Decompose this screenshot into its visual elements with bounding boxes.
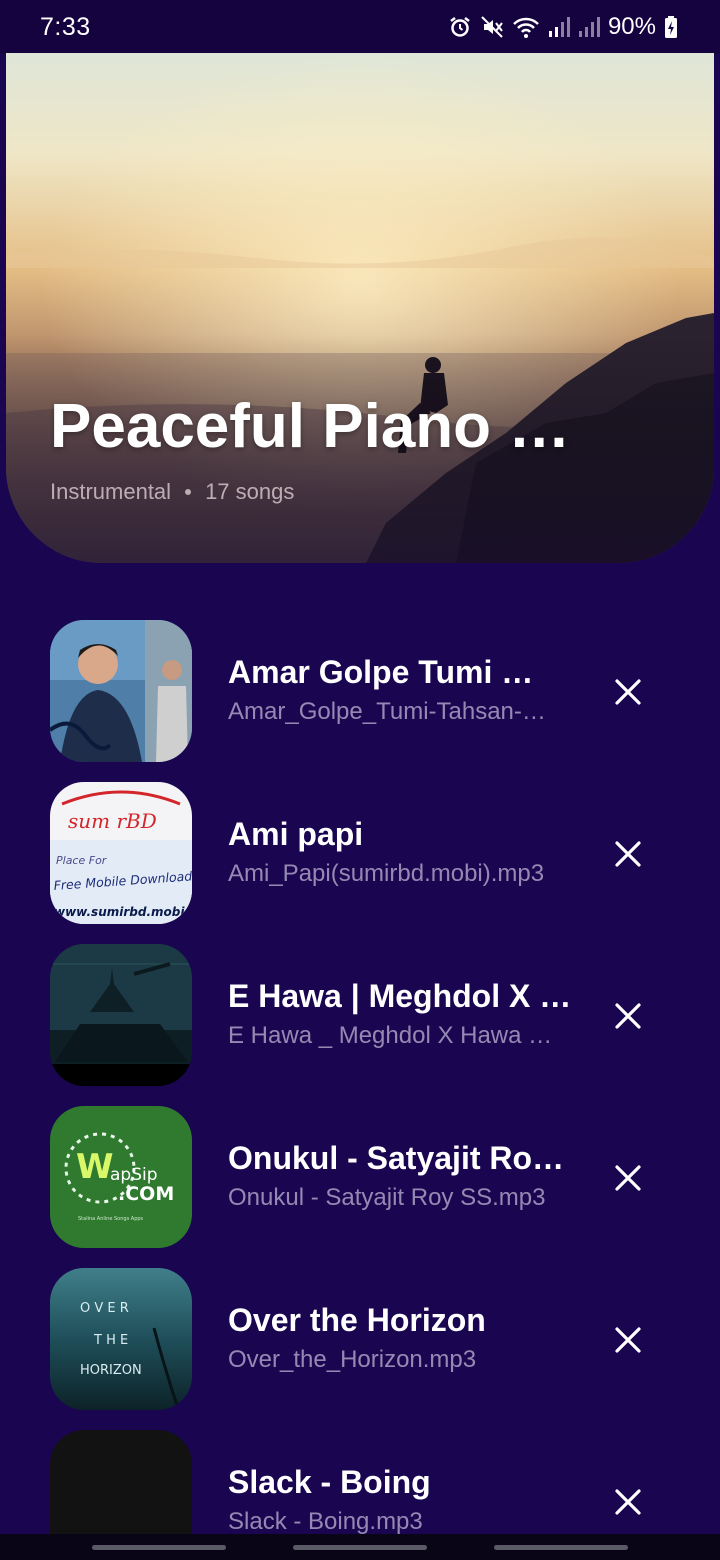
signal-icon	[578, 15, 600, 39]
remove-song-button[interactable]	[606, 832, 650, 876]
song-title: Over the Horizon	[228, 1302, 486, 1338]
playlist-song-count: 17 songs	[205, 479, 295, 504]
separator-dot	[185, 489, 192, 495]
close-icon	[615, 1489, 641, 1515]
song-filename: Ami_Papi(sumirbd.mobi).mp3	[228, 860, 545, 887]
svg-text:Place For: Place For	[56, 854, 108, 867]
remove-song-button[interactable]	[606, 994, 650, 1038]
signal-icon	[548, 15, 570, 39]
svg-text:.COM: .COM	[118, 1183, 174, 1205]
song-filename: E Hawa _ Meghdol X Hawa …	[228, 1022, 553, 1049]
song-artwork	[50, 944, 192, 1086]
remove-song-button[interactable]	[606, 1156, 650, 1200]
song-title: Onukul - Satyajit Ro…	[228, 1140, 565, 1176]
song-row[interactable]: O V E R T H E HORIZON Over the Horizon O…	[0, 1268, 720, 1410]
svg-text:O V E R: O V E R	[80, 1301, 129, 1316]
song-row[interactable]: Amar Golpe Tumi … Amar_Golpe_Tumi-Tahsan…	[0, 620, 720, 762]
mute-icon	[480, 15, 504, 39]
nav-home-handle[interactable]	[293, 1545, 427, 1550]
close-icon	[615, 1003, 641, 1029]
wifi-icon	[512, 15, 540, 39]
song-title: E Hawa | Meghdol X …	[228, 978, 572, 1014]
song-artwork: W apSip .COM Stalina Anline Songs Apps	[50, 1106, 192, 1248]
playlist-meta: Instrumental 17 songs	[50, 479, 294, 505]
navigation-bar	[0, 1534, 720, 1560]
close-icon	[615, 841, 641, 867]
nav-recents-handle[interactable]	[92, 1545, 226, 1550]
svg-text:sum rBD: sum rBD	[68, 809, 157, 833]
song-filename: Slack - Boing.mp3	[228, 1508, 423, 1535]
song-artwork: O V E R T H E HORIZON	[50, 1268, 192, 1410]
svg-text:T H E: T H E	[93, 1333, 128, 1348]
close-icon	[615, 1165, 641, 1191]
song-artwork: sum rBD Place For Free Mobile Downloads …	[50, 782, 192, 924]
svg-text:apSip: apSip	[110, 1165, 158, 1185]
playlist-title: Peaceful Piano …	[50, 392, 571, 461]
battery-icon	[664, 15, 678, 39]
song-row[interactable]: E Hawa | Meghdol X … E Hawa _ Meghdol X …	[0, 944, 720, 1086]
status-icons: 90%	[448, 13, 678, 41]
svg-text:www.sumirbd.mobi: www.sumirbd.mobi	[54, 905, 185, 919]
close-icon	[615, 679, 641, 705]
battery-level: 90%	[607, 13, 656, 40]
song-title: Ami papi	[228, 816, 364, 852]
song-title: Slack - Boing	[228, 1464, 431, 1500]
alarm-icon	[448, 15, 472, 39]
song-filename: Amar_Golpe_Tumi-Tahsan-…	[228, 698, 546, 725]
status-time: 7:33	[40, 12, 91, 41]
song-row[interactable]: W apSip .COM Stalina Anline Songs Apps O…	[0, 1106, 720, 1248]
song-filename: Over_the_Horizon.mp3	[228, 1346, 477, 1373]
svg-text:W: W	[76, 1147, 114, 1187]
playlist-header: Peaceful Piano … Instrumental 17 songs	[6, 53, 714, 563]
remove-song-button[interactable]	[606, 670, 650, 714]
song-filename: Onukul - Satyajit Roy SS.mp3	[228, 1184, 546, 1211]
remove-song-button[interactable]	[606, 1318, 650, 1362]
close-icon	[615, 1327, 641, 1353]
playlist-category: Instrumental	[50, 479, 172, 504]
svg-text:Stalina Anline Songs Apps: Stalina Anline Songs Apps	[78, 1216, 144, 1222]
nav-back-handle[interactable]	[494, 1545, 628, 1550]
svg-text:HORIZON: HORIZON	[80, 1363, 142, 1378]
song-row[interactable]: sum rBD Place For Free Mobile Downloads …	[0, 782, 720, 924]
song-artwork	[50, 620, 192, 762]
status-bar: 7:33 90%	[0, 0, 720, 54]
remove-song-button[interactable]	[606, 1480, 650, 1524]
song-title: Amar Golpe Tumi …	[228, 654, 534, 690]
